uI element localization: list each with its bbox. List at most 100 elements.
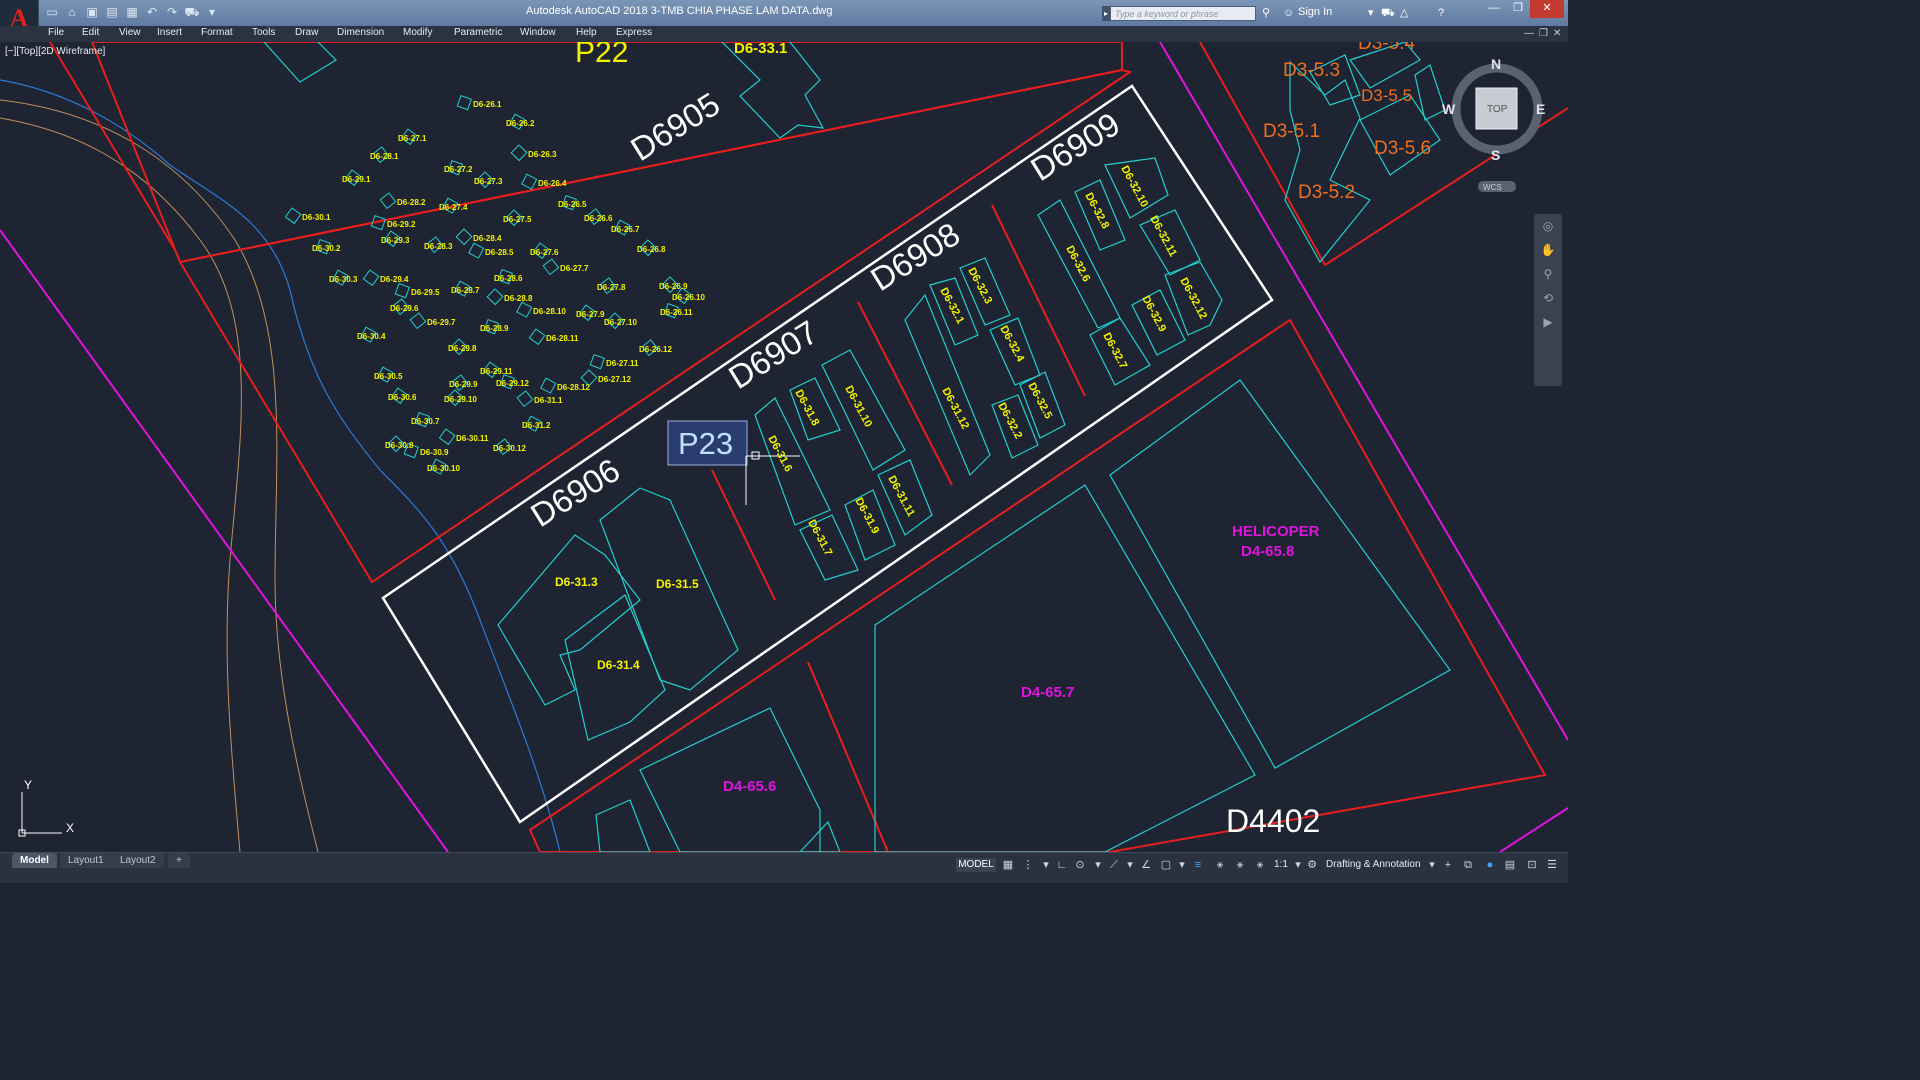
lot-label: D6-31.2 <box>522 421 551 430</box>
zone-label-d6906: D6906 <box>524 451 626 534</box>
plot-icon[interactable]: ▦ <box>124 4 140 20</box>
lot-label: D3-5.1 <box>1263 121 1320 142</box>
drawing-canvas[interactable]: D6905 D6906 D6907 D6908 D6909 D4402 P22 … <box>0 42 1568 852</box>
search-expand-icon[interactable]: ▸ <box>1102 6 1110 21</box>
undo-icon[interactable]: ↶ <box>144 4 160 20</box>
menu-view[interactable]: View <box>119 27 141 38</box>
object-snap-tracking-icon[interactable]: ∠ <box>1138 857 1154 873</box>
menu-express[interactable]: Express <box>616 27 652 38</box>
isodraft-icon[interactable]: ⟋ <box>1106 857 1122 873</box>
compass-n[interactable]: N <box>1491 56 1501 72</box>
new-icon[interactable]: ▭ <box>44 4 60 20</box>
lot-label: D6-31.9 <box>852 496 881 536</box>
close-button[interactable]: ✕ <box>1530 0 1564 18</box>
menu-modify[interactable]: Modify <box>403 27 432 38</box>
help-icon[interactable]: ? <box>1438 6 1444 21</box>
customize-dropdown-icon[interactable]: ▾ <box>204 4 220 20</box>
lot-label: D6-28.2 <box>397 198 426 207</box>
compass-e[interactable]: E <box>1536 101 1545 117</box>
menu-dimension[interactable]: Dimension <box>337 27 384 38</box>
search-input[interactable]: Type a keyword or phrase <box>1110 6 1256 21</box>
compass-s[interactable]: S <box>1491 147 1500 163</box>
sign-in-button[interactable]: Sign In <box>1298 6 1332 18</box>
workspace-dropdown-icon[interactable]: ▾ <box>1424 857 1440 873</box>
menu-file[interactable]: File <box>48 27 64 38</box>
add-icon[interactable]: + <box>1440 857 1456 873</box>
menu-format[interactable]: Format <box>201 27 233 38</box>
open-icon[interactable]: ⌂ <box>64 4 80 20</box>
binoculars-icon[interactable]: ⚲ <box>1262 6 1270 21</box>
menu-edit[interactable]: Edit <box>82 27 99 38</box>
lot-label: D6-30.7 <box>411 417 440 426</box>
menu-draw[interactable]: Draw <box>295 27 318 38</box>
menu-parametric[interactable]: Parametric <box>454 27 502 38</box>
snap-dropdown-icon[interactable]: ▾ <box>1038 857 1054 873</box>
viewcube[interactable]: TOP N S E W WCS <box>1442 56 1545 192</box>
maximize-button[interactable]: ❐ <box>1506 0 1530 18</box>
customization-menu-icon[interactable]: ☰ <box>1544 857 1560 873</box>
compass-w[interactable]: W <box>1442 101 1456 117</box>
a360-icon[interactable]: △ <box>1400 6 1408 21</box>
lot-label: D6-29.4 <box>380 275 409 284</box>
parcel-outline <box>455 228 473 246</box>
hardware-acceleration-icon[interactable]: ▤ <box>1502 857 1518 873</box>
object-snap-icon[interactable]: ▢ <box>1158 857 1174 873</box>
lineweight-icon[interactable]: ≡ <box>1190 857 1206 873</box>
lot-label: D6-26.2 <box>506 119 535 128</box>
grid-icon[interactable]: ▦ <box>1000 857 1016 873</box>
auto-scale-icon[interactable]: ⚹ <box>1232 857 1248 873</box>
tab-layout1[interactable]: Layout1 <box>60 853 112 868</box>
zoom-icon[interactable]: ⚲ <box>1534 262 1562 286</box>
d3-labels: D3-5.4 D3-5.3 D3-5.5 D3-5.1 D3-5.6 D3-5.… <box>1263 42 1431 203</box>
menu-help[interactable]: Help <box>576 27 597 38</box>
save-icon[interactable]: ▣ <box>84 4 100 20</box>
lot-outline <box>1109 379 1451 769</box>
pan-icon[interactable]: ✋ <box>1534 238 1562 262</box>
lot-label: D6-30.6 <box>388 393 417 402</box>
annotation-visibility-icon[interactable]: ⚹ <box>1212 857 1228 873</box>
lot-outline <box>1284 60 1371 264</box>
ucs-x-label: X <box>66 821 74 835</box>
menu-tools[interactable]: Tools <box>252 27 275 38</box>
orbit-icon[interactable]: ⟲ <box>1534 286 1562 310</box>
lot-outline <box>904 293 991 477</box>
menu-insert[interactable]: Insert <box>157 27 182 38</box>
redo-icon[interactable]: ↷ <box>164 4 180 20</box>
save-as-icon[interactable]: ▤ <box>104 4 120 20</box>
minimize-button[interactable]: — <box>1482 0 1506 18</box>
workspace-switch[interactable]: Drafting & Annotation <box>1326 859 1421 870</box>
ortho-icon[interactable]: ∟ <box>1054 857 1070 873</box>
menu-window[interactable]: Window <box>520 27 556 38</box>
signin-dropdown-icon[interactable]: ▾ <box>1368 6 1374 21</box>
object-snap-dropdown-icon[interactable]: ▾ <box>1174 857 1190 873</box>
window-title: Autodesk AutoCAD 2018 3-TMB CHIA PHASE L… <box>526 5 833 17</box>
polar-dropdown-icon[interactable]: ▾ <box>1090 857 1106 873</box>
share-icon[interactable]: ⛟ <box>184 4 200 20</box>
user-icon[interactable]: ☺ <box>1283 6 1294 21</box>
units-icon[interactable]: ⧉ <box>1460 857 1476 873</box>
lot-label: D6-31.1 <box>534 396 563 405</box>
lot-label: D6-30.2 <box>312 244 341 253</box>
add-layout-button[interactable]: + <box>168 853 190 868</box>
zone-label-p23[interactable]: P23 <box>678 426 733 461</box>
annotation-scale-value[interactable]: 1:1 <box>1274 859 1288 870</box>
lot-label: D6-29.9 <box>449 380 478 389</box>
annotation-scale-icon[interactable]: ⚹ <box>1252 857 1268 873</box>
viewport-controls[interactable]: [−][Top][2D Wireframe] <box>5 46 105 57</box>
showmotion-icon[interactable]: ▶ <box>1534 310 1562 334</box>
doc-close-icon[interactable]: ✕ <box>1553 28 1561 39</box>
store-icon[interactable]: ⛟ <box>1381 6 1395 21</box>
lot-label: D6-28.3 <box>424 242 453 251</box>
doc-restore-icon[interactable]: ❐ <box>1539 28 1548 39</box>
snap-icon[interactable]: ⋮ <box>1020 857 1036 873</box>
tab-model[interactable]: Model <box>12 853 57 868</box>
model-space-button[interactable]: MODEL <box>956 858 996 872</box>
steering-wheel-icon[interactable]: ◎ <box>1534 214 1562 238</box>
doc-minimize-icon[interactable]: — <box>1524 28 1534 39</box>
isolate-objects-icon[interactable]: ● <box>1482 857 1498 873</box>
clean-screen-icon[interactable]: ⊡ <box>1524 857 1540 873</box>
polar-icon[interactable]: ⊙ <box>1072 857 1088 873</box>
isodraft-dropdown-icon[interactable]: ▾ <box>1122 857 1138 873</box>
workspace-gear-icon[interactable]: ⚙ <box>1304 857 1320 873</box>
tab-layout2[interactable]: Layout2 <box>112 853 164 868</box>
